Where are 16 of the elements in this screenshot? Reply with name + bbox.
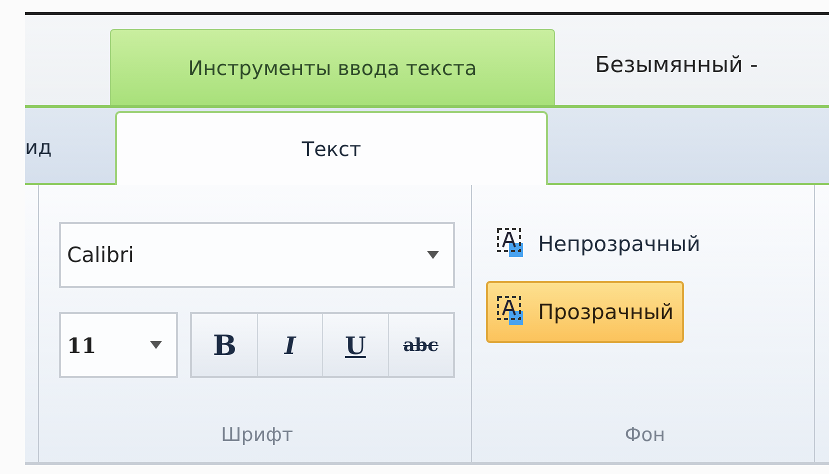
- background-option[interactable]: Непрозрачный: [486, 213, 710, 275]
- group-label: Шрифт: [220, 424, 294, 448]
- font-family-dropdown[interactable]: Calibri: [59, 222, 455, 288]
- bold-button[interactable]: B: [192, 314, 258, 376]
- contextual-tab-header: Инструменты ввода текста: [110, 29, 555, 105]
- group-label: Фон: [624, 424, 666, 448]
- window-title: Безымянный -: [594, 52, 758, 78]
- caret-icon: [150, 341, 162, 349]
- ribbon-tab[interactable]: Текст: [115, 111, 548, 185]
- font-size-dropdown[interactable]: 11: [59, 312, 178, 378]
- strikethrough-button[interactable]: abc: [388, 314, 454, 376]
- italic-button[interactable]: I: [258, 314, 324, 376]
- ribbon-tab[interactable]: ид: [25, 111, 115, 183]
- background-option[interactable]: Прозрачный: [486, 281, 684, 343]
- caret-icon: [427, 251, 439, 259]
- underline-button[interactable]: U: [323, 314, 389, 376]
